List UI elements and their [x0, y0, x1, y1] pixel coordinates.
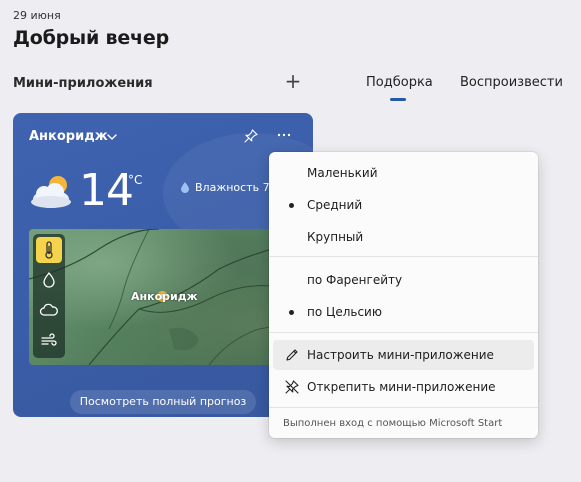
selected-bullet-icon — [289, 203, 294, 208]
humidity-text: Влажность 79 — [195, 181, 277, 194]
chevron-down-icon[interactable] — [105, 130, 119, 144]
menu-separator — [269, 407, 538, 408]
menu-item-label: Открепить мини-приложение — [307, 380, 496, 394]
weather-widget-card[interactable]: Анкоридж 14 °C Влажность 79 Анкоридж Пос… — [13, 113, 313, 417]
menu-item-fahrenheit[interactable]: по Фаренгейту — [273, 265, 534, 295]
active-tab-indicator — [390, 98, 406, 101]
greeting-title: Добрый вечер — [13, 27, 169, 49]
menu-item-label: по Цельсию — [307, 305, 382, 319]
menu-item-size-large[interactable]: Крупный — [273, 222, 534, 252]
more-icon — [277, 133, 291, 137]
menu-item-unpin[interactable]: Открепить мини-приложение — [273, 372, 534, 402]
unpin-icon — [285, 380, 299, 394]
full-forecast-button[interactable]: Посмотреть полный прогноз — [70, 390, 256, 414]
partly-cloudy-icon — [31, 176, 71, 208]
layer-temperature[interactable] — [36, 237, 62, 263]
layer-wind[interactable] — [36, 327, 62, 353]
menu-item-customize[interactable]: Настроить мини-приложение — [273, 340, 534, 370]
date-label: 29 июня — [13, 9, 61, 22]
menu-item-size-small[interactable]: Маленький — [273, 158, 534, 188]
tab-picks[interactable]: Подборка — [366, 75, 433, 90]
menu-item-size-medium[interactable]: Средний — [273, 190, 534, 220]
signed-in-footer: Выполнен вход с помощью Microsoft Start — [283, 418, 503, 429]
pin-icon[interactable] — [243, 128, 259, 144]
tab-play[interactable]: Воспроизвести — [460, 75, 563, 90]
menu-item-label: Маленький — [307, 166, 378, 180]
cloud-icon — [39, 303, 58, 316]
menu-item-celsius[interactable]: по Цельсию — [273, 297, 534, 327]
widget-context-menu: Маленький Средний Крупный по Фаренгейту … — [269, 152, 538, 438]
map-layer-toolbar — [33, 234, 65, 358]
menu-separator — [269, 332, 538, 333]
menu-item-label: Крупный — [307, 230, 364, 244]
temperature-value: 14 — [79, 165, 134, 216]
drop-icon — [43, 271, 55, 288]
thermometer-icon — [45, 241, 53, 259]
menu-item-label: Средний — [307, 198, 363, 212]
menu-item-label: по Фаренгейту — [307, 273, 403, 287]
more-options-button[interactable] — [275, 127, 293, 143]
pencil-icon — [286, 349, 298, 361]
add-widget-button[interactable]: + — [284, 70, 302, 92]
humidity-info: Влажность 79 — [179, 181, 277, 194]
map-city-label: Анкоридж — [131, 290, 198, 303]
wind-icon — [41, 333, 57, 346]
menu-separator — [269, 256, 538, 257]
layer-precipitation[interactable] — [36, 267, 62, 293]
widgets-section-title: Мини-приложения — [13, 76, 153, 91]
temperature-unit: °C — [128, 173, 143, 187]
humidity-drop-icon — [181, 182, 189, 193]
selected-bullet-icon — [289, 310, 294, 315]
menu-item-label: Настроить мини-приложение — [307, 348, 494, 362]
layer-clouds[interactable] — [36, 297, 62, 323]
city-name[interactable]: Анкоридж — [29, 129, 108, 144]
